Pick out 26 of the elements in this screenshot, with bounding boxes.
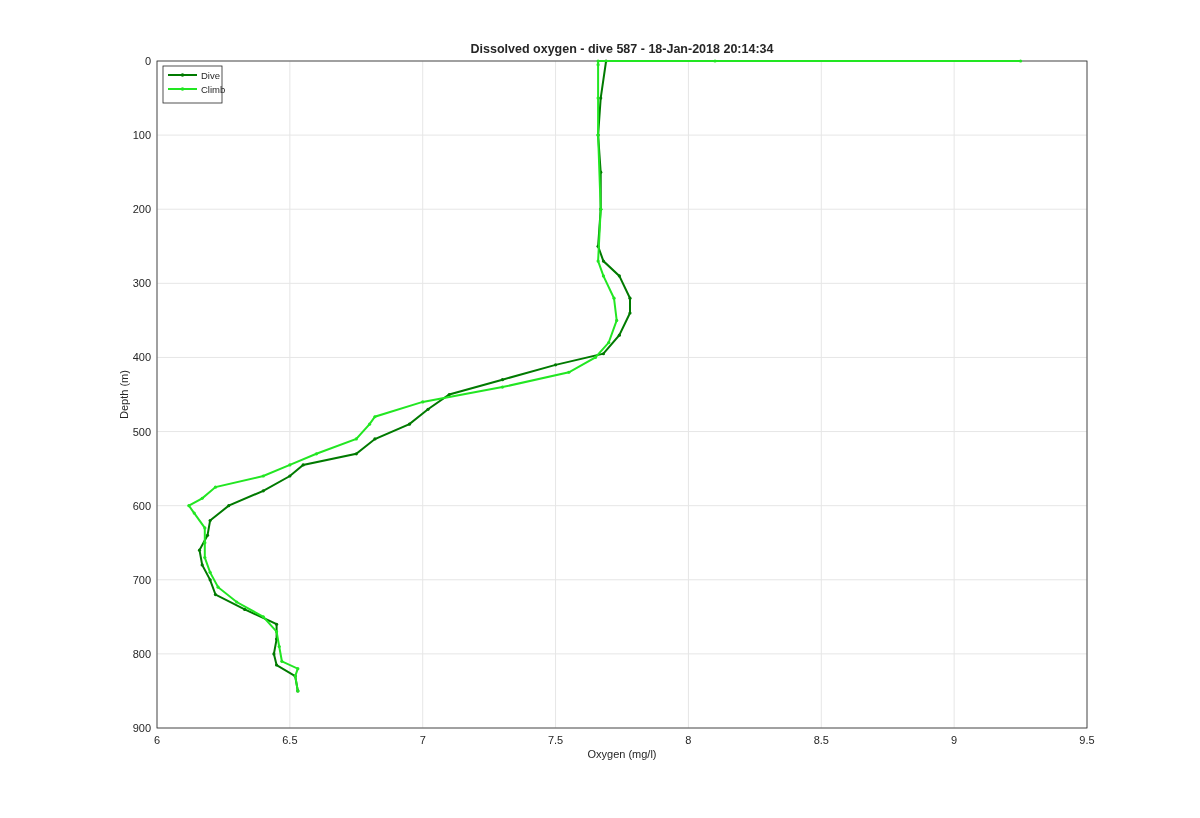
tick-label: 6.5 [282, 734, 298, 746]
tick-label: 400 [132, 351, 151, 364]
tick-label: 300 [132, 277, 151, 290]
tick-label: 800 [132, 647, 151, 660]
legend-swatch [167, 87, 198, 91]
chart-title: Dissolved oxygen - dive 587 - 18-Jan-2018 20:14:34 [470, 42, 774, 56]
tick-label: 9.5 [1079, 734, 1095, 746]
tick-label: 0 [144, 55, 151, 67]
legend-swatch [167, 73, 198, 77]
axis-title: Depth (m) [118, 370, 130, 419]
legend-label: Climb [201, 84, 226, 95]
tick-label: 900 [132, 722, 151, 734]
tick-label: 9 [951, 734, 958, 746]
tick-label: 600 [132, 499, 151, 512]
tick-label: 7.5 [547, 734, 564, 746]
axis-title: Oxygen (mg/l) [587, 748, 657, 760]
tick-label: 6 [153, 734, 161, 746]
tick-label: 200 [132, 203, 151, 216]
tick-label: 8 [685, 734, 692, 746]
tick-label: 7 [419, 734, 426, 746]
legend-label: Dive [201, 70, 220, 81]
tick-label: 8.5 [813, 734, 829, 746]
legend-box [162, 65, 223, 104]
tick-label: 700 [132, 573, 151, 586]
tick-label: 100 [132, 129, 151, 142]
tick-label: 500 [132, 425, 151, 438]
